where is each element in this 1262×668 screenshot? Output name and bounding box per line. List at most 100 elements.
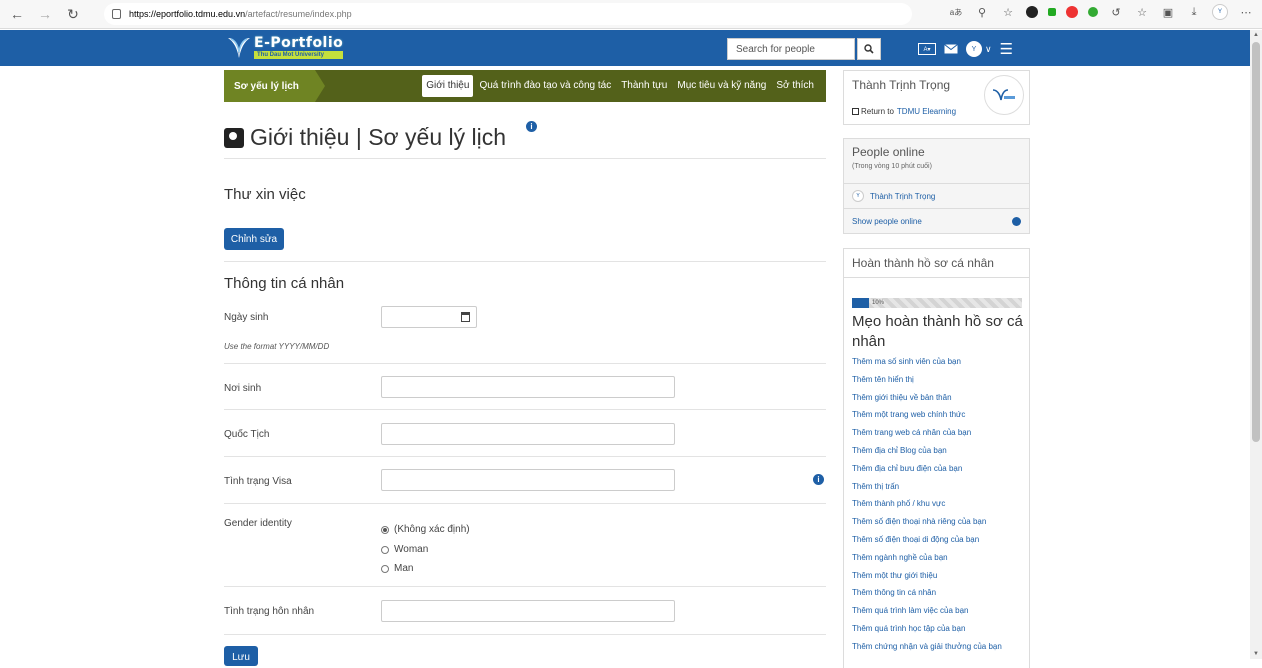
visa-info-icon[interactable]: i <box>813 474 824 485</box>
save-button[interactable]: Lưu <box>224 646 258 666</box>
profile-tip-link[interactable]: Thêm thông tin cá nhân <box>852 584 1002 602</box>
page-scrollbar[interactable]: ▲ ▼ <box>1250 30 1262 659</box>
logo-mark-icon <box>228 38 250 58</box>
gender-option-woman[interactable]: Woman <box>381 544 428 555</box>
url-host: https://eportfolio.tdmu.edu.vn <box>129 9 246 19</box>
profile-tip-link[interactable]: Thêm quá trình làm việc của bạn <box>852 602 1002 620</box>
tab-education-employment[interactable]: Quá trình đào tạo và công tác <box>475 75 615 97</box>
zoom-icon[interactable]: ⚲ <box>974 4 990 20</box>
search-button[interactable] <box>857 38 881 60</box>
tab-interests[interactable]: Sở thích <box>772 75 818 97</box>
nationality-input[interactable] <box>381 423 675 445</box>
back-icon[interactable]: ← <box>6 3 28 25</box>
search-icon <box>864 44 874 54</box>
profile-tip-link[interactable]: Thêm ngành nghề của bạn <box>852 549 1002 567</box>
logo-text: E-Portfolio Thu Dau Mot University <box>254 35 344 59</box>
people-online-card: People online (Trong vòng 10 phút cuối) … <box>843 138 1030 234</box>
profile-tips-title: Mẹo hoàn thành hồ sơ cá nhân <box>852 313 1023 350</box>
extension-green-icon[interactable] <box>1048 8 1056 16</box>
menu-icon[interactable]: ☰ <box>1000 40 1013 58</box>
birthplace-input[interactable] <box>381 376 675 398</box>
profile-tip-link[interactable]: Thêm số điện thoại nhà riêng của bạn <box>852 513 1002 531</box>
profile-tip-link[interactable]: Thêm một thư giới thiệu <box>852 567 1002 585</box>
address-bar[interactable]: https://eportfolio.tdmu.edu.vn/artefact/… <box>104 3 912 25</box>
divider <box>224 409 826 410</box>
profile-tip-link[interactable]: Thêm tên hiển thị <box>852 371 1002 389</box>
people-search-input[interactable]: Search for people <box>727 38 855 60</box>
scroll-down-icon[interactable]: ▼ <box>1253 651 1259 657</box>
forward-icon[interactable]: → <box>34 3 56 25</box>
profile-icon[interactable]: Y <box>1212 4 1228 20</box>
profile-tip-link[interactable]: Thêm địa chỉ bưu điện của bạn <box>852 460 1002 478</box>
scrollbar-thumb[interactable] <box>1252 42 1260 442</box>
mail-icon[interactable] <box>944 44 958 54</box>
birthdate-input[interactable] <box>381 306 477 328</box>
resume-section-title: Sơ yếu lý lịch <box>224 70 325 102</box>
refresh-alt-icon[interactable]: ↺ <box>1108 4 1124 20</box>
visa-input[interactable] <box>381 469 675 491</box>
extension-icon[interactable] <box>1026 6 1038 18</box>
online-user-row[interactable]: Y Thành Trịnh Trọng <box>844 183 1029 209</box>
user-profile-avatar[interactable] <box>984 75 1024 115</box>
people-online-subtitle: (Trong vòng 10 phút cuối) <box>852 163 932 170</box>
gender-option-unspecified[interactable]: (Không xác định) <box>381 524 470 535</box>
visa-label: Tình trạng Visa <box>224 476 292 487</box>
star-icon[interactable]: ☆ <box>1000 4 1016 20</box>
user-name[interactable]: Thành Trịnh Trọng <box>852 78 950 92</box>
external-link-icon <box>852 108 859 115</box>
language-icon[interactable]: A▾ <box>918 43 936 55</box>
user-avatar[interactable]: Y <box>966 41 982 57</box>
calendar-icon[interactable] <box>461 312 470 322</box>
divider <box>224 503 826 504</box>
more-icon[interactable]: ⋯ <box>1238 4 1254 20</box>
profile-tip-link[interactable]: Thêm quá trình học tập của bạn <box>852 620 1002 638</box>
site-header: E-Portfolio Thu Dau Mot University Searc… <box>0 30 1250 66</box>
profile-tip-link[interactable]: Thêm thành phố / khu vực <box>852 495 1002 513</box>
gender-option-man[interactable]: Man <box>381 563 413 574</box>
people-online-title: People online <box>852 145 925 159</box>
radio-icon[interactable] <box>381 545 389 554</box>
reload-icon[interactable]: ↻ <box>62 3 84 25</box>
online-user-name[interactable]: Thành Trịnh Trọng <box>870 192 935 201</box>
show-people-online-link[interactable]: Show people online <box>852 217 922 226</box>
tab-list: Giới thiệu Quá trình đào tạo và công tác… <box>422 75 818 97</box>
radio-checked-icon[interactable] <box>381 525 389 534</box>
tab-achievements[interactable]: Thành tựu <box>617 75 671 97</box>
favorites-icon[interactable]: ☆ <box>1134 4 1150 20</box>
marital-status-input[interactable] <box>381 600 675 622</box>
progress-fill <box>852 298 869 308</box>
profile-tip-link[interactable]: Thêm một trang web chính thức <box>852 406 1002 424</box>
profile-tip-link[interactable]: Thêm giới thiệu về bản thân <box>852 389 1002 407</box>
read-aloud-icon[interactable]: aあ <box>948 4 964 20</box>
profile-tips-list: Thêm ma số sinh viên của bạn Thêm tên hiể… <box>852 353 1002 656</box>
info-icon[interactable]: i <box>526 121 537 132</box>
profile-tip-link[interactable]: Thêm ma số sinh viên của bạn <box>852 353 1002 371</box>
divider <box>224 586 826 587</box>
site-logo[interactable]: E-Portfolio Thu Dau Mot University <box>226 34 344 60</box>
tab-goals-skills[interactable]: Mục tiêu và kỹ năng <box>673 75 770 97</box>
adblock-icon[interactable] <box>1066 6 1078 18</box>
divider <box>224 363 826 364</box>
collections-icon[interactable]: ▣ <box>1160 4 1176 20</box>
radio-icon[interactable] <box>381 564 389 573</box>
logo-subtitle: Thu Dau Mot University <box>254 50 344 59</box>
arrow-right-circle-icon[interactable] <box>1012 217 1021 226</box>
downloads-icon[interactable]: ⤓ <box>1186 4 1202 20</box>
personal-info-heading: Thông tin cá nhân <box>224 275 345 292</box>
extension-leaf-icon[interactable] <box>1088 7 1098 17</box>
profile-completion-title: Hoàn thành hồ sơ cá nhân <box>844 249 1029 278</box>
edit-button[interactable]: Chỉnh sửa <box>224 228 284 250</box>
resume-tabs: Sơ yếu lý lịch Giới thiệu Quá trình đào … <box>224 70 826 102</box>
profile-tip-link[interactable]: Thêm thị trấn <box>852 478 1002 496</box>
return-text: Return to <box>861 107 894 116</box>
profile-tip-link[interactable]: Thêm trang web cá nhân của bạn <box>852 424 1002 442</box>
scroll-up-icon[interactable]: ▲ <box>1253 32 1259 38</box>
lock-icon[interactable] <box>112 9 121 19</box>
return-elearning-link[interactable]: TDMU Elearning <box>897 107 956 116</box>
profile-tip-link[interactable]: Thêm chứng nhận và giải thưởng của bạn <box>852 638 1002 656</box>
chevron-down-icon[interactable]: ∨ <box>985 44 992 55</box>
profile-tip-link[interactable]: Thêm địa chỉ Blog của bạn <box>852 442 1002 460</box>
tab-introduction[interactable]: Giới thiệu <box>422 75 474 97</box>
page-title-text: Giới thiệu | Sơ yếu lý lịch <box>250 124 507 150</box>
profile-tip-link[interactable]: Thêm số điện thoại di động của bạn <box>852 531 1002 549</box>
